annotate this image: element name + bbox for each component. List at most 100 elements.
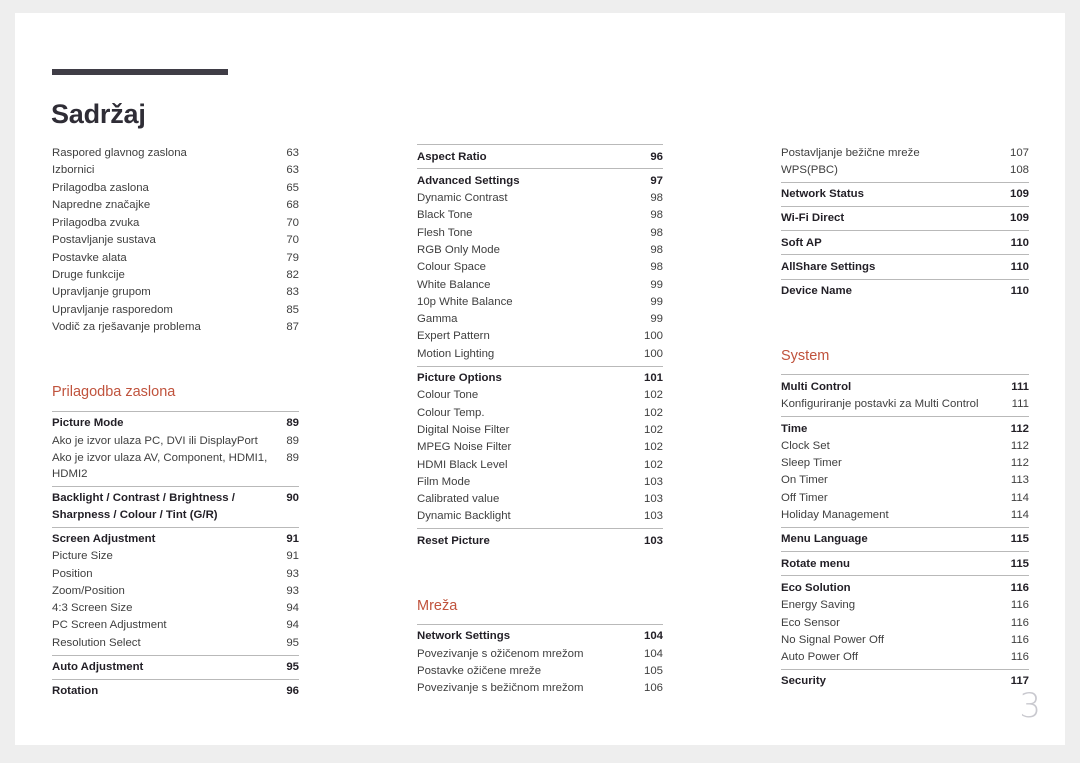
toc-entry-page-number: 103 [643,493,663,506]
toc-entry[interactable]: 10p White Balance 99 [417,293,663,310]
toc-entry[interactable]: Zoom/Position 93 [52,582,299,599]
toc-entry[interactable]: Gamma 99 [417,311,663,328]
toc-entry[interactable]: Vodič za rješavanje problema 87 [52,319,299,336]
toc-entry-label: Raspored glavnog zaslona [52,146,187,159]
toc-entry[interactable]: Auto Power Off 116 [781,649,1029,666]
toc-block: Aspect Ratio 96 Advanced Settings 97 Dynamic… [417,144,663,553]
toc-entry[interactable]: Colour Space 98 [417,259,663,276]
toc-entry[interactable]: Black Tone 98 [417,207,663,224]
toc-entry[interactable]: Wi-Fi Direct 109 [781,210,1029,227]
toc-entry[interactable]: Picture Mode 89 [52,415,299,432]
toc-entry[interactable]: Konfiguriranje postavki za Multi Control… [781,396,1029,413]
toc-entry-label: Screen Adjustment [52,533,156,545]
title-rule [52,69,228,75]
toc-entry[interactable]: Eco Sensor 116 [781,614,1029,631]
toc-entry-page-number: 97 [650,174,663,187]
toc-entry[interactable]: Resolution Select 95 [52,634,299,651]
toc-entry[interactable]: Motion Lighting 100 [417,345,663,362]
toc-entry-page-number: 70 [286,234,299,247]
toc-entry[interactable]: Ako je izvor ulaza PC, DVI ili DisplayPo… [52,432,299,449]
toc-entry[interactable]: Picture Size 91 [52,548,299,565]
toc-entry[interactable]: Reset Picture 103 [417,532,663,549]
toc-entry[interactable]: 4:3 Screen Size 94 [52,600,299,617]
toc-entry[interactable]: Network Settings 104 [417,628,663,645]
toc-entry[interactable]: WPS(PBC) 108 [781,161,1029,178]
toc-entry[interactable]: 89 Ako je izvor ulaza AV, Component, HDMI… [52,449,299,483]
toc-entry[interactable]: Auto Adjustment 95 [52,659,299,676]
toc-entry-page-number: 98 [650,226,663,239]
toc-column-2: Aspect Ratio 96 Advanced Settings 97 Dynamic… [417,144,663,700]
toc-entry[interactable]: RGB Only Mode 98 [417,241,663,258]
toc-entry[interactable]: Advanced Settings 97 [417,172,663,189]
toc-block: System Multi Control 111 Konfiguriranje pos… [781,348,1029,693]
toc-entry[interactable]: Prilagodba zvuka 70 [52,214,299,231]
toc-entry[interactable]: White Balance 99 [417,276,663,293]
toc-entry[interactable]: Time 112 [781,420,1029,437]
toc-entry[interactable]: Eco Solution 116 [781,579,1029,596]
toc-entry[interactable]: Holiday Management 114 [781,507,1029,524]
toc-entry-label: Network Settings [417,630,511,643]
toc-entry[interactable]: PC Screen Adjustment 94 [52,617,299,634]
toc-entry[interactable]: Postavke alata 79 [52,249,299,266]
toc-entry[interactable]: Upravljanje rasporedom 85 [52,301,299,318]
toc-entry-page-number: 79 [286,251,299,264]
toc-entry-label: Eco Sensor [781,616,840,629]
toc-entry[interactable]: Menu Language 115 [781,531,1029,548]
toc-entry[interactable]: Colour Tone 102 [417,387,663,404]
toc-entry[interactable]: Expert Pattern 100 [417,328,663,345]
toc-entry[interactable]: Picture Options 101 [417,370,663,387]
toc-entry[interactable]: Druge funkcije 82 [52,266,299,283]
toc-entry[interactable]: Rotation 96 [52,683,299,700]
toc-entry[interactable]: Dynamic Backlight 103 [417,508,663,525]
toc-entry-label: Sleep Timer [781,457,842,470]
toc-entry[interactable]: Off Timer 114 [781,489,1029,506]
toc-entry[interactable]: Napredne značajke 68 [52,196,299,213]
toc-entry[interactable]: Postavljanje bežične mreže 107 [781,144,1029,161]
toc-entry[interactable]: Povezivanje s ožičenom mrežom 104 [417,645,663,662]
toc-entry[interactable]: Device Name 110 [781,283,1029,300]
toc-entry[interactable]: Postavljanje sustava 70 [52,231,299,248]
toc-entry[interactable]: No Signal Power Off 116 [781,631,1029,648]
toc-entry-label: PC Screen Adjustment [52,619,167,632]
toc-group: Screen Adjustment 91 Picture Size 91 Positio… [52,526,299,655]
toc-entry[interactable]: Security 117 [781,673,1029,690]
toc-entry[interactable]: Soft AP 110 [781,234,1029,251]
toc-entry-label: Menu Language [781,533,868,546]
toc-entry[interactable]: Izbornici 63 [52,161,299,178]
toc-entry[interactable]: Rotate menu 115 [781,555,1029,572]
toc-entry[interactable]: Dynamic Contrast 98 [417,190,663,207]
toc-entry[interactable]: Position 93 [52,565,299,582]
toc-entry[interactable]: Network Status 109 [781,186,1029,203]
toc-entry-page-number: 98 [650,243,663,256]
toc-entry[interactable]: Sleep Timer 112 [781,455,1029,472]
toc-entry[interactable]: 90 Backlight / Contrast / Brightness / Sh… [52,490,299,524]
toc-entry[interactable]: Povezivanje s bežičnom mrežom 106 [417,680,663,697]
toc-entry[interactable]: On Timer 113 [781,472,1029,489]
toc-entry[interactable]: AllShare Settings 110 [781,258,1029,275]
toc-entry-page-number: 94 [286,602,299,615]
toc-entry[interactable]: Colour Temp. 102 [417,404,663,421]
toc-entry-page-number: 116 [1010,633,1029,646]
toc-entry-page-number: 111 [1011,380,1029,393]
toc-entry[interactable]: HDMI Black Level 102 [417,456,663,473]
toc-entry[interactable]: Energy Saving 116 [781,597,1029,614]
toc-entry[interactable]: Clock Set 112 [781,437,1029,454]
toc-entry[interactable]: Multi Control 111 [781,378,1029,395]
toc-entry-label: Motion Lighting [417,347,495,360]
toc-entry-page-number: 98 [650,209,663,222]
toc-entry[interactable]: Digital Noise Filter 102 [417,421,663,438]
toc-entry[interactable]: Aspect Ratio 96 [417,148,663,165]
toc-entry[interactable]: Film Mode 103 [417,473,663,490]
toc-group: Rotate menu 115 [781,551,1029,575]
toc-group: Device Name 110 [781,278,1029,303]
toc-entry[interactable]: Raspored glavnog zaslona 63 [52,144,299,161]
toc-entry[interactable]: Upravljanje grupom 83 [52,284,299,301]
toc-entry[interactable]: Prilagodba zaslona 65 [52,179,299,196]
toc-entry[interactable]: Flesh Tone 98 [417,224,663,241]
toc-entry-page-number: 104 [643,647,663,660]
toc-entry[interactable]: Postavke ožičene mreže 105 [417,663,663,680]
toc-entry[interactable]: MPEG Noise Filter 102 [417,439,663,456]
toc-entry-label: Advanced Settings [417,174,520,187]
toc-entry[interactable]: Calibrated value 103 [417,491,663,508]
toc-entry[interactable]: Screen Adjustment 91 [52,531,299,548]
